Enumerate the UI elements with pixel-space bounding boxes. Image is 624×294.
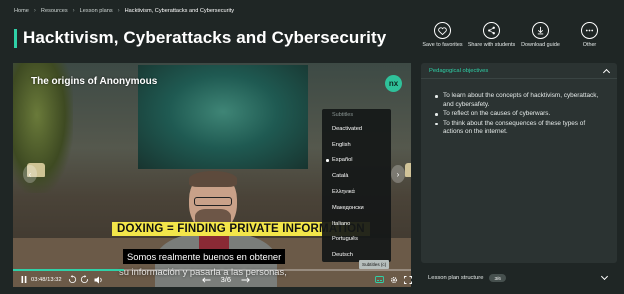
breadcrumb-separator: › [117,8,120,14]
objective-item: To learn about the concepts of hacktivis… [435,92,607,109]
subtitle-option-english[interactable]: English [322,137,391,153]
next-chapter-icon[interactable]: › [391,165,405,183]
download-guide-button[interactable]: Download guide [516,22,565,49]
download-icon [532,22,549,39]
objective-item: To reflect on the causes of cyberwars. [435,110,607,119]
rewind-10-icon[interactable] [68,275,77,284]
objective-item: To think about the consequences of these… [435,120,607,137]
subtitles-menu: Subtitles Deactivated English Español Ca… [322,109,391,262]
action-bar: Save to favorites Share with students Do… [418,22,614,49]
structure-label: Lesson plan structure [428,275,484,281]
breadcrumb-current: Hacktivism, Cyberattacks and Cybersecuri… [124,8,235,14]
next-chapter-arrow-icon[interactable] [241,276,250,283]
nx-logo: nx [385,75,402,92]
subtitles-tooltip: Subtitles (c) [359,260,390,269]
pause-icon[interactable] [21,276,27,283]
download-guide-label: Download guide [521,42,560,48]
subtitle-line-1: Somos realmente buenos en obtener [123,249,286,264]
other-button[interactable]: Other [565,22,614,49]
volume-icon[interactable] [94,276,104,284]
other-label: Other [582,42,597,48]
speaker-hair [189,171,237,187]
forward-10-icon[interactable] [80,275,89,284]
chevron-up-icon[interactable] [602,68,611,76]
breadcrumb-separator: › [33,8,36,14]
share-icon [483,22,500,39]
share-students-button[interactable]: Share with students [467,22,516,49]
settings-gear-icon[interactable] [390,276,398,284]
breadcrumb-separator: › [72,8,75,14]
heart-icon [434,22,451,39]
background-lamp [405,163,411,177]
speaker-glasses [194,197,232,206]
subtitle-option-italiano[interactable]: Italiano [322,216,391,232]
progress-bar[interactable] [13,269,411,271]
breadcrumb-lesson-plans[interactable]: Lesson plans [80,8,113,14]
objectives-title: Pedagogical objectives [429,67,489,74]
video-player[interactable]: The origins of Anonymous nx ‹ › DOXING =… [13,63,411,287]
previous-chapter-icon[interactable]: ‹ [23,165,37,183]
save-favorites-button[interactable]: Save to favorites [418,22,467,49]
share-students-label: Share with students [467,42,516,48]
progress-fill [13,269,125,271]
subtitle-option-deactivated[interactable]: Deactivated [322,121,391,137]
subtitle-option-greek[interactable]: Ελληνικά [322,184,391,200]
lesson-plan-structure[interactable]: Lesson plan structure 3/6 [421,270,617,286]
objectives-list: To learn about the concepts of hacktivis… [421,79,617,137]
objectives-header[interactable]: Pedagogical objectives [421,63,617,79]
chapter-counter: 3/6 [220,275,232,284]
video-controls: 03:48/13:32 3/6 [13,272,413,287]
chevron-down-icon[interactable] [600,272,609,281]
subtitle-option-macedonian[interactable]: Македонски [322,200,391,216]
time-display: 03:48/13:32 [31,276,62,283]
title-accent-bar [14,28,17,48]
subtitle-option-portugues[interactable]: Português [322,232,391,248]
objectives-panel: Pedagogical objectives To learn about th… [421,63,617,263]
clip-title: The origins of Anonymous [31,76,158,87]
background-painting [138,65,308,169]
title-block: Hacktivism, Cyberattacks and Cybersecuri… [14,28,386,48]
more-icon [581,22,598,39]
subtitles-icon[interactable] [375,276,385,283]
subtitle-option-espanol[interactable]: Español [322,153,391,169]
fullscreen-icon[interactable] [404,275,413,284]
save-favorites-label: Save to favorites [422,42,463,48]
breadcrumb-resources[interactable]: Resources [41,8,68,14]
previous-chapter-arrow-icon[interactable] [201,276,211,283]
structure-badge: 3/6 [489,274,506,282]
subtitles-menu-header: Subtitles [332,112,354,118]
breadcrumb-home[interactable]: Home [14,8,29,14]
breadcrumb: Home › Resources › Lesson plans › Hackti… [14,8,234,14]
page-title: Hacktivism, Cyberattacks and Cybersecuri… [23,28,387,47]
subtitle-option-catala[interactable]: Català [322,168,391,184]
